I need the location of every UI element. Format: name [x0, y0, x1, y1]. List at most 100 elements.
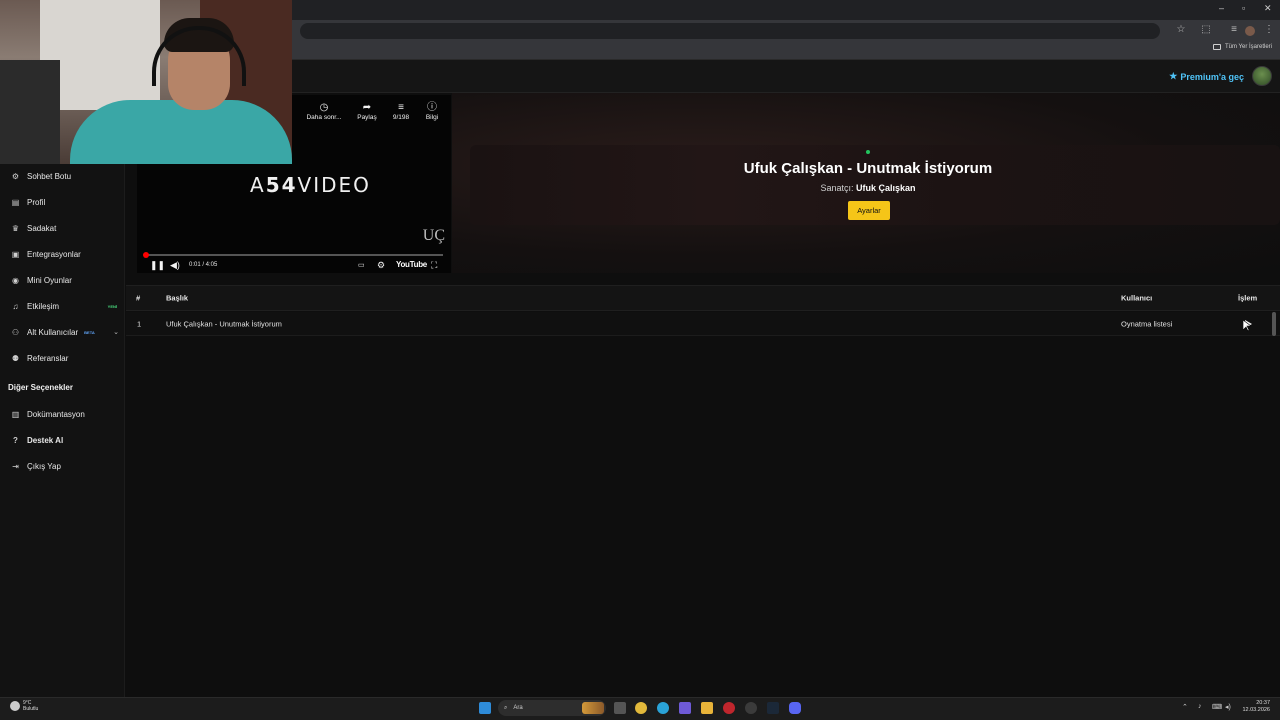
online-indicator [866, 150, 870, 154]
book-icon: ▥ [11, 409, 20, 419]
sidebar-item-label: Alt Kullanıcılar [27, 327, 79, 337]
sidebar-item-profile[interactable]: ▤ Profil [0, 191, 125, 213]
sidebar-item-integrations[interactable]: ▣ Entegrasyonlar [0, 243, 125, 265]
share-icon: ➦ [362, 102, 372, 113]
time-display: 0:01 / 4:05 [189, 262, 218, 268]
artist-label: Sanatçı: [820, 183, 854, 193]
table-row[interactable]: 1 Ufuk Çalışkan - Unutmak İstiyorum Oyna… [126, 312, 1280, 336]
sign-out-icon: ⇥ [12, 461, 19, 471]
app-icon-2[interactable] [723, 702, 735, 714]
fullscreen-icon[interactable]: ⛶ [431, 260, 437, 271]
playlist-count: 9/198 [392, 114, 410, 121]
artist-line: Sanatçı: Ufuk Çalışkan [660, 183, 1076, 193]
sidebar-item-loyalty[interactable]: ♛ Sadakat [0, 217, 125, 239]
browser-menu-icon[interactable]: ⋮ [1263, 24, 1275, 35]
sidebar-item-label: Mini Oyunlar [27, 275, 72, 285]
col-index: # [136, 293, 141, 303]
folder-icon [1212, 44, 1221, 50]
info-button[interactable]: ⓘ Bilgi [412, 101, 451, 121]
settings-button[interactable]: Ayarlar [848, 201, 890, 220]
volume-icon[interactable]: ◀) [170, 260, 180, 271]
sidebar-item-support[interactable]: ? Destek Al [0, 429, 125, 451]
taskbar-search[interactable]: ⌕ Ara [498, 700, 606, 716]
beta-badge: BETA [84, 329, 95, 335]
media-control-icon[interactable]: ≡ [1228, 24, 1240, 35]
close-button[interactable]: ✕ [1264, 3, 1272, 14]
microphone-icon[interactable]: ♪ [1198, 703, 1202, 710]
sidebar-item-label: Destek Al [27, 435, 64, 445]
task-view-icon[interactable] [614, 702, 626, 714]
volume-tray-icon[interactable]: ◂) [1225, 703, 1231, 711]
clock-icon: ◷ [319, 102, 329, 113]
sidebar-item-referrals[interactable]: ⚉ Referanslar [0, 347, 125, 369]
tray-chevron-up-icon[interactable]: ⌃ [1182, 703, 1188, 711]
language-icon[interactable]: ⌨ [1212, 703, 1222, 711]
sidebar-item-mini-games[interactable]: ◉ Mini Oyunlar [0, 269, 125, 291]
weather-desc: Bulutlu [23, 706, 39, 712]
sidebar-item-logout[interactable]: ⇥ Çıkış Yap [0, 455, 125, 477]
progress-bar[interactable] [143, 252, 443, 258]
maximize-button[interactable]: ▫ [1242, 3, 1245, 13]
sidebar-item-label: Çıkış Yap [27, 461, 61, 471]
scrollbar[interactable] [1272, 312, 1276, 336]
clock-date: 12.03.2026 [1242, 707, 1270, 713]
app-icon-1[interactable] [679, 702, 691, 714]
playlist-icon: ≡ [398, 102, 404, 113]
trophy-icon: ♛ [11, 223, 20, 233]
system-clock[interactable]: 20:37 12.03.2026 [1242, 700, 1270, 714]
info-icon: ⓘ [427, 102, 437, 113]
sidebar-item-interaction[interactable]: ♫ Etkileşim YENİ [0, 295, 125, 317]
pause-icon[interactable]: ❚❚ [150, 260, 165, 271]
scrubber-handle[interactable] [143, 252, 150, 258]
steam-icon[interactable] [767, 702, 779, 714]
artist-name: Ufuk Çalışkan [856, 183, 916, 193]
share-label: Paylaş [357, 114, 377, 121]
minimize-button[interactable]: – [1219, 3, 1224, 13]
search-icon: ⌕ [504, 704, 508, 711]
watch-later-button[interactable]: ◷ Daha sonr... [304, 101, 344, 121]
premium-label: Premium'a geç [1180, 71, 1244, 82]
obs-icon[interactable] [745, 702, 757, 714]
sidebar-item-label: Referanslar [27, 353, 69, 363]
info-label: Bilgi [425, 114, 439, 121]
watch-later-label: Daha sonr... [306, 114, 342, 121]
sidebar-item-label: Dokümantasyon [27, 409, 85, 419]
robot-icon: ⚙ [11, 171, 20, 181]
cloud-icon [10, 701, 20, 711]
star-icon: ★ [1169, 71, 1178, 81]
sidebar-item-docs[interactable]: ▥ Dokümantasyon [0, 403, 125, 425]
video-brand-logo: A54VIDEO [250, 173, 371, 197]
chrome-icon[interactable] [635, 702, 647, 714]
user-avatar[interactable] [1252, 66, 1272, 86]
sidebar-item-label: Sadakat [27, 223, 57, 233]
extensions-icon[interactable]: ⬚ [1200, 24, 1212, 35]
premium-upgrade-link[interactable]: ★ Premium'a geç [1169, 71, 1244, 82]
youtube-logo[interactable]: YouTube [396, 260, 427, 269]
search-placeholder: Ara [513, 705, 523, 711]
all-bookmarks-button[interactable]: Tüm Yer İşaretleri [1212, 44, 1272, 50]
webcam-overlay [0, 0, 292, 164]
col-user: Kullanıcı [1121, 293, 1153, 303]
chevron-down-icon[interactable]: ⌄ [113, 328, 119, 336]
edge-icon[interactable] [657, 702, 669, 714]
other-options-title: Diğer Seçenekler [8, 383, 73, 392]
sidebar-item-sub-users[interactable]: ⚇ Alt Kullanıcılar BETA ⌄ [0, 321, 125, 343]
discord-icon[interactable] [789, 702, 801, 714]
file-explorer-icon[interactable] [701, 702, 713, 714]
gear-icon[interactable]: ⚙ [377, 260, 385, 271]
sidebar-item-label: Entegrasyonlar [27, 249, 81, 259]
search-highlight-image [582, 702, 604, 714]
bookmark-star-icon[interactable]: ☆ [1175, 24, 1187, 35]
users-icon: ⚉ [11, 353, 20, 363]
channel-watermark[interactable]: UÇ [423, 227, 445, 245]
sidebar-item-chatbot[interactable]: ⚙ Sohbet Botu [0, 165, 125, 187]
row-user: Oynatma listesi [1121, 319, 1173, 328]
table-header: # Başlık Kullanıcı İşlem [126, 285, 1280, 311]
new-badge: YENİ [107, 303, 117, 309]
weather-widget[interactable]: 9°C Bulutlu [10, 700, 38, 712]
sidebar-item-label: Sohbet Botu [27, 171, 72, 181]
address-bar[interactable] [300, 23, 1160, 39]
profile-avatar-icon[interactable] [1245, 26, 1255, 36]
start-menu-icon[interactable] [479, 702, 491, 714]
subtitles-icon[interactable]: ▭ [358, 261, 365, 269]
